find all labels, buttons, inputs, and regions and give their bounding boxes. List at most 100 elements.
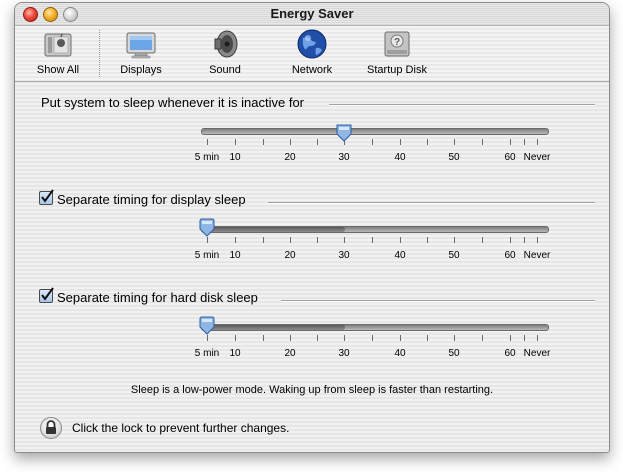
toolbar-network-label: Network xyxy=(291,64,333,76)
slider-tick xyxy=(537,139,538,145)
slider-tick-label: 20 xyxy=(284,250,296,261)
slider-tick-label: 20 xyxy=(284,152,296,163)
toolbar-startup-disk[interactable]: ? Startup Disk xyxy=(361,28,433,76)
lock-button[interactable] xyxy=(40,417,62,439)
slider-track[interactable] xyxy=(201,226,549,233)
toolbar-separator xyxy=(99,30,100,77)
slider-tick xyxy=(372,139,373,145)
slider-tick xyxy=(427,237,428,243)
section-divider xyxy=(281,300,595,302)
checkmark-icon xyxy=(41,287,54,301)
energy-saver-window: Energy Saver Show All Displays Sound Net… xyxy=(14,2,610,453)
slider-tick xyxy=(290,335,291,341)
slider-tick-label: 30 xyxy=(338,348,350,359)
display-sleep-checkbox[interactable] xyxy=(39,189,54,205)
slider-thumb[interactable] xyxy=(198,217,216,237)
slider-tick xyxy=(427,335,428,341)
slider-track[interactable] xyxy=(201,128,549,135)
display-icon xyxy=(126,32,156,59)
title-bar[interactable]: Energy Saver xyxy=(15,3,609,26)
slider-tick-label: 60 xyxy=(504,348,516,359)
section-divider xyxy=(329,104,595,106)
speaker-icon xyxy=(214,30,238,58)
system-sleep-label: Put system to sleep whenever it is inact… xyxy=(41,95,305,110)
toolbar-network[interactable]: Network xyxy=(281,28,343,76)
slider-tick xyxy=(482,237,483,243)
toolbar-displays-label: Displays xyxy=(120,64,162,76)
svg-text:?: ? xyxy=(394,37,400,48)
lock-icon xyxy=(46,420,56,434)
slider-tick xyxy=(510,237,511,243)
slider-tick-label: 5 min xyxy=(194,250,220,261)
show-all-icon xyxy=(44,33,72,57)
slider-tick xyxy=(262,139,264,145)
slider-tick xyxy=(207,335,208,341)
slider-tick xyxy=(510,139,511,145)
slider-tick xyxy=(523,237,525,243)
slider-tick xyxy=(207,139,208,145)
slider-tick xyxy=(400,237,401,243)
slider-tick-label: Never xyxy=(523,152,551,163)
toolbar-show-all-label: Show All xyxy=(36,64,80,76)
display-sleep-label: Separate timing for display sleep xyxy=(57,192,246,207)
slider-tick xyxy=(454,139,455,145)
slider-tick-label: Never xyxy=(523,250,551,261)
slider-tick xyxy=(207,237,208,243)
window-title: Energy Saver xyxy=(270,6,354,21)
slider-tick-label: 50 xyxy=(448,250,460,261)
slider-tick-label: Never xyxy=(523,348,551,359)
toolbar: Show All Displays Sound Network ? Startu… xyxy=(15,26,609,82)
disk-sleep-checkbox[interactable] xyxy=(39,287,54,303)
slider-tick-label: 5 min xyxy=(194,152,220,163)
slider-tick-label: 30 xyxy=(338,250,350,261)
slider-tick xyxy=(427,139,428,145)
slider-tick xyxy=(317,237,318,243)
slider-thumb[interactable] xyxy=(198,315,216,335)
section-divider xyxy=(268,202,595,204)
sleep-description: Sleep is a low-power mode. Waking up fro… xyxy=(130,384,494,396)
toolbar-displays[interactable]: Displays xyxy=(111,28,171,76)
slider-tick xyxy=(537,335,538,341)
slider-tick xyxy=(344,335,345,341)
slider-tick xyxy=(537,237,538,243)
slider-fill xyxy=(202,227,345,232)
slider-tick-label: 10 xyxy=(229,250,241,261)
slider-tick xyxy=(400,335,401,341)
lock-message: Click the lock to prevent further change… xyxy=(72,421,290,435)
slider-tick xyxy=(262,335,264,341)
slider-tick-label: 10 xyxy=(229,348,241,359)
slider-tick xyxy=(290,237,291,243)
toolbar-show-all[interactable]: Show All xyxy=(27,28,89,76)
slider-tick-label: 5 min xyxy=(194,348,220,359)
slider-tick xyxy=(482,335,483,341)
slider-tick xyxy=(523,139,525,145)
globe-icon xyxy=(297,29,327,59)
slider-tick xyxy=(523,335,525,341)
slider-thumb[interactable] xyxy=(335,123,353,143)
slider-tick xyxy=(372,335,373,341)
slider-tick-label: 40 xyxy=(394,152,406,163)
slider-tick xyxy=(510,335,511,341)
slider-tick xyxy=(262,237,264,243)
toolbar-sound[interactable]: Sound xyxy=(195,28,255,76)
slider-tick xyxy=(317,335,318,341)
slider-tick xyxy=(454,237,455,243)
slider-tick xyxy=(235,335,236,341)
slider-tick-label: 40 xyxy=(394,348,406,359)
startup-disk-icon: ? xyxy=(384,31,410,57)
slider-tick xyxy=(235,139,236,145)
slider-tick xyxy=(290,139,291,145)
slider-tick-label: 30 xyxy=(338,152,350,163)
slider-tick xyxy=(454,335,455,341)
slider-tick-label: 40 xyxy=(394,250,406,261)
slider-tick xyxy=(235,237,236,243)
slider-track[interactable] xyxy=(201,324,549,331)
toolbar-startup-disk-label: Startup Disk xyxy=(367,64,427,76)
slider-tick xyxy=(317,139,318,145)
slider-tick xyxy=(482,139,483,145)
checkmark-icon xyxy=(41,189,54,203)
slider-tick xyxy=(400,139,401,145)
slider-fill xyxy=(202,325,345,330)
slider-tick-label: 60 xyxy=(504,152,516,163)
slider-tick xyxy=(372,237,373,243)
